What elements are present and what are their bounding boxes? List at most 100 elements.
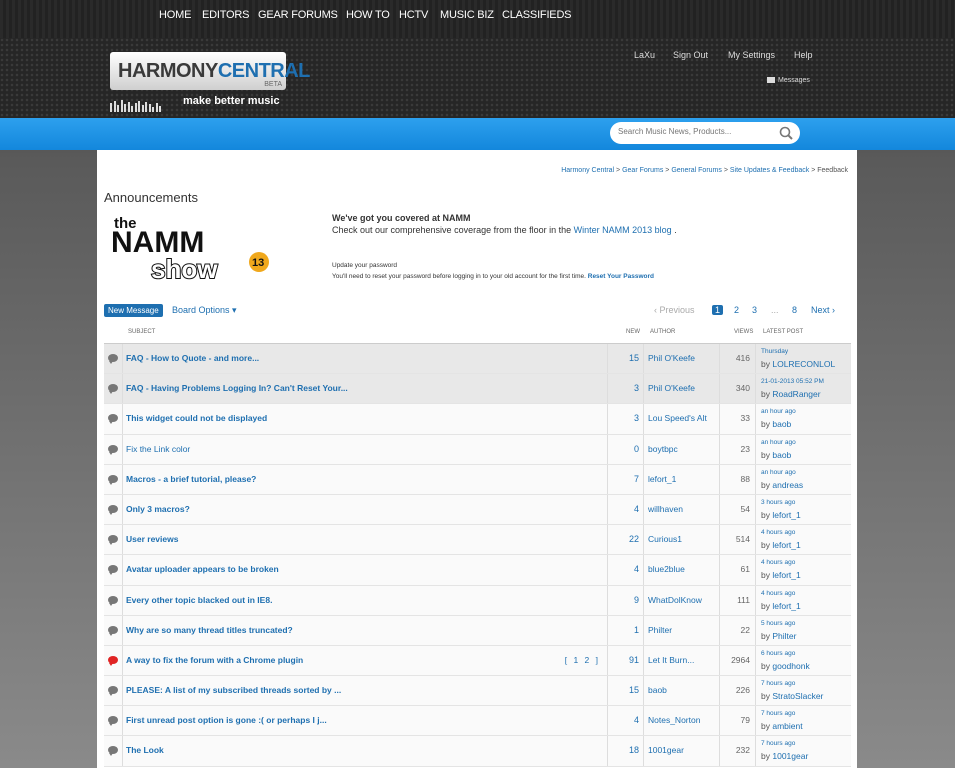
sign-out-link[interactable]: Sign Out bbox=[673, 50, 708, 60]
col-latest-post[interactable]: LATEST POST bbox=[763, 329, 803, 335]
thread-new-count[interactable]: 4 bbox=[607, 706, 644, 736]
latest-post-author-link[interactable]: StratoSlacker bbox=[772, 691, 823, 701]
thread-new-count[interactable]: 3 bbox=[607, 374, 644, 404]
table-row[interactable]: First unread post option is gone :( or p… bbox=[104, 706, 851, 737]
table-row[interactable]: Why are so many thread titles truncated?… bbox=[104, 615, 851, 646]
thread-author-link[interactable]: Phil O'Keefe bbox=[644, 344, 720, 374]
col-author[interactable]: AUTHOR bbox=[650, 329, 675, 335]
thread-author-link[interactable]: baob bbox=[644, 676, 720, 706]
thread-author-link[interactable]: blue2blue bbox=[644, 555, 720, 585]
thread-author-link[interactable]: Lou Speed's Alt bbox=[644, 404, 720, 434]
latest-post-author-link[interactable]: goodhonk bbox=[772, 661, 809, 671]
thread-author-link[interactable]: WhatDolKnow bbox=[644, 585, 720, 615]
latest-post-author-link[interactable]: lefort_1 bbox=[772, 601, 800, 611]
nav-gear-forums[interactable]: GEAR FORUMS bbox=[258, 9, 338, 21]
my-settings-link[interactable]: My Settings bbox=[728, 50, 775, 60]
breadcrumb-site-updates[interactable]: Site Updates & Feedback bbox=[730, 167, 809, 174]
thread-subject-link[interactable]: First unread post option is gone :( or p… bbox=[126, 715, 327, 725]
latest-post-time[interactable]: an hour ago bbox=[761, 469, 796, 476]
thread-subject-link[interactable]: FAQ - How to Quote - and more... bbox=[126, 353, 259, 363]
thread-subject-link[interactable]: This widget could not be displayed bbox=[126, 413, 267, 423]
latest-post-time[interactable]: 7 hours ago bbox=[761, 710, 795, 717]
help-link[interactable]: Help bbox=[794, 50, 813, 60]
thread-new-count[interactable]: 4 bbox=[607, 555, 644, 585]
thread-subject-link[interactable]: A way to fix the forum with a Chrome plu… bbox=[126, 655, 303, 665]
user-link[interactable]: LaXu bbox=[634, 50, 655, 60]
thread-new-count[interactable]: 3 bbox=[607, 404, 644, 434]
latest-post-time[interactable]: 6 hours ago bbox=[761, 650, 795, 657]
thread-author-link[interactable]: Phil O'Keefe bbox=[644, 374, 720, 404]
col-new[interactable]: NEW bbox=[626, 329, 640, 335]
thread-subject-link[interactable]: Fix the Link color bbox=[126, 444, 190, 454]
latest-post-author-link[interactable]: lefort_1 bbox=[772, 540, 800, 550]
thread-author-link[interactable]: Philter bbox=[644, 615, 720, 645]
latest-post-author-link[interactable]: 1001gear bbox=[772, 751, 808, 761]
table-row[interactable]: PLEASE: A list of my subscribed threads … bbox=[104, 676, 851, 707]
messages-link[interactable]: Messages bbox=[767, 77, 810, 84]
pager-page-2[interactable]: 2 bbox=[734, 305, 739, 315]
thread-new-count[interactable]: 1 bbox=[607, 615, 644, 645]
thread-subject-link[interactable]: Macros - a brief tutorial, please? bbox=[126, 474, 256, 484]
thread-subject-link[interactable]: Only 3 macros? bbox=[126, 504, 190, 514]
pager-next[interactable]: Next › bbox=[811, 305, 835, 315]
thread-new-count[interactable]: 7 bbox=[607, 464, 644, 494]
latest-post-time[interactable]: an hour ago bbox=[761, 439, 796, 446]
pager-page-8[interactable]: 8 bbox=[792, 305, 797, 315]
thread-author-link[interactable]: lefort_1 bbox=[644, 464, 720, 494]
latest-post-time[interactable]: 4 hours ago bbox=[761, 559, 795, 566]
latest-post-author-link[interactable]: lefort_1 bbox=[772, 570, 800, 580]
pager-page-1[interactable]: 1 bbox=[712, 305, 724, 315]
thread-author-link[interactable]: 1001gear bbox=[644, 736, 720, 766]
latest-post-author-link[interactable]: Philter bbox=[772, 631, 796, 641]
table-row[interactable]: Every other topic blacked out in IE8. 9 Wh… bbox=[104, 585, 851, 616]
breadcrumb-general-forums[interactable]: General Forums bbox=[671, 167, 722, 174]
latest-post-time[interactable]: Thursday bbox=[761, 348, 788, 355]
table-row[interactable]: Fix the Link color 0 boytbpc 23 an hour ago b… bbox=[104, 434, 851, 465]
thread-author-link[interactable]: boytbpc bbox=[644, 434, 720, 464]
nav-hctv[interactable]: HCTV bbox=[399, 9, 428, 21]
latest-post-time[interactable]: 7 hours ago bbox=[761, 740, 795, 747]
table-row[interactable]: Only 3 macros? 4 willhaven 54 3 hours ago by … bbox=[104, 494, 851, 526]
board-options-dropdown[interactable]: Board Options ▾ bbox=[172, 305, 237, 316]
thread-new-count[interactable]: 0 bbox=[607, 434, 644, 464]
thread-subject-link[interactable]: Every other topic blacked out in IE8. bbox=[126, 595, 272, 605]
thread-new-count[interactable]: 15 bbox=[607, 344, 644, 374]
latest-post-time[interactable]: 7 hours ago bbox=[761, 680, 795, 687]
thread-author-link[interactable]: Let It Burn... bbox=[644, 645, 720, 676]
latest-post-time[interactable]: 4 hours ago bbox=[761, 529, 795, 536]
search-input[interactable] bbox=[618, 127, 768, 136]
pager-page-3[interactable]: 3 bbox=[752, 305, 757, 315]
thread-subject-link[interactable]: PLEASE: A list of my subscribed threads … bbox=[126, 685, 341, 695]
nav-classifieds[interactable]: CLASSIFIEDS bbox=[502, 9, 572, 21]
table-row[interactable]: FAQ - Having Problems Logging In? Can't … bbox=[104, 374, 851, 405]
latest-post-author-link[interactable]: baob bbox=[772, 419, 791, 429]
latest-post-time[interactable]: 4 hours ago bbox=[761, 590, 795, 597]
nav-how-to[interactable]: HOW TO bbox=[346, 9, 390, 21]
nav-home[interactable]: HOME bbox=[159, 9, 191, 21]
latest-post-time[interactable]: 5 hours ago bbox=[761, 620, 795, 627]
latest-post-author-link[interactable]: RoadRanger bbox=[772, 389, 820, 399]
thread-new-count[interactable]: 18 bbox=[607, 736, 644, 766]
table-row[interactable]: This widget could not be displayed 3 Lou S… bbox=[104, 404, 851, 435]
thread-author-link[interactable]: Curious1 bbox=[644, 525, 720, 555]
thread-new-count[interactable]: 91 bbox=[607, 645, 644, 676]
nav-editors[interactable]: EDITORS bbox=[202, 9, 249, 21]
table-row[interactable]: Macros - a brief tutorial, please? 7 lefor… bbox=[104, 464, 851, 495]
thread-subject-link[interactable]: User reviews bbox=[126, 534, 178, 544]
col-views[interactable]: VIEWS bbox=[734, 329, 753, 335]
thread-subject-link[interactable]: Why are so many thread titles truncated? bbox=[126, 625, 293, 635]
namm-blog-link[interactable]: Winter NAMM 2013 blog bbox=[574, 225, 672, 235]
table-row[interactable]: User reviews 22 Curious1 514 4 hours ago by l… bbox=[104, 525, 851, 556]
new-message-button[interactable]: New Message bbox=[104, 304, 163, 317]
thread-new-count[interactable]: 22 bbox=[607, 525, 644, 555]
site-logo[interactable]: HARMONYCENTRAL BETA bbox=[110, 52, 310, 90]
latest-post-author-link[interactable]: ambient bbox=[772, 721, 802, 731]
table-row[interactable]: A way to fix the forum with a Chrome plu… bbox=[104, 645, 851, 677]
thread-new-count[interactable]: 4 bbox=[607, 494, 644, 525]
latest-post-time[interactable]: 3 hours ago bbox=[761, 499, 795, 506]
table-row[interactable]: The Look 18 1001gear 232 7 hours ago by 1001g… bbox=[104, 736, 851, 767]
latest-post-author-link[interactable]: LOLRECONLOL bbox=[772, 359, 835, 369]
thread-pages[interactable]: [ 1 2 ] bbox=[565, 646, 598, 675]
reset-password-link[interactable]: Reset Your Password bbox=[588, 273, 654, 280]
search-icon[interactable] bbox=[779, 126, 793, 140]
